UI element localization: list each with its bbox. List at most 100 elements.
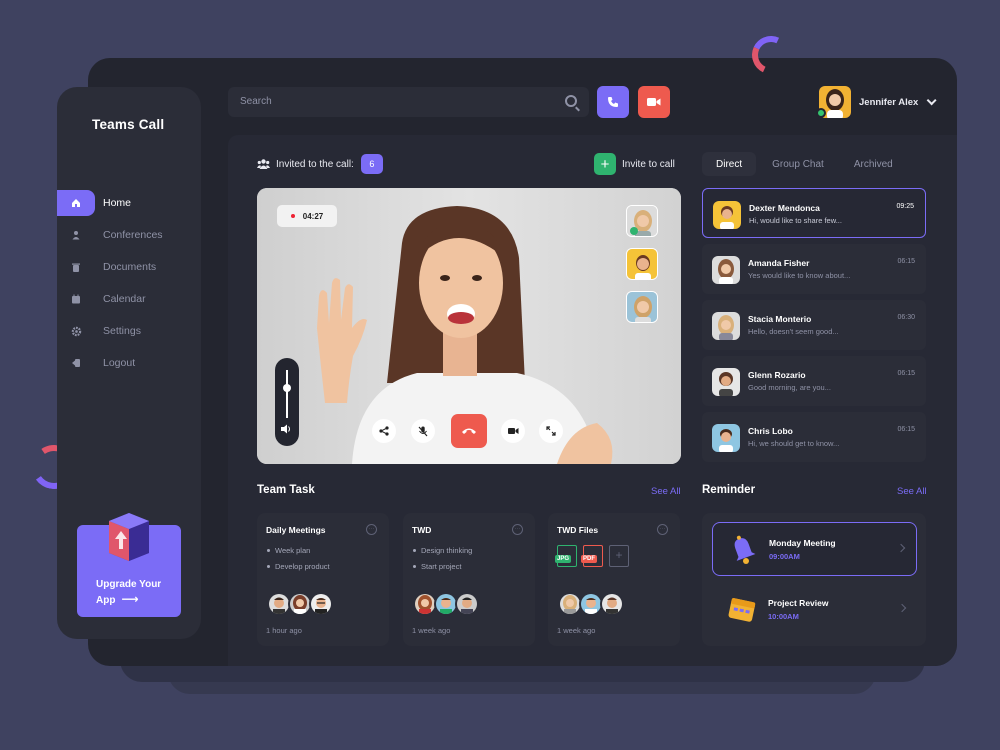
more-options-icon[interactable]: ··· — [657, 524, 668, 535]
reminder-time: 10:00AM — [768, 612, 799, 621]
trash-icon — [57, 254, 95, 280]
tab-direct[interactable]: Direct — [702, 152, 757, 176]
task-members — [267, 592, 333, 616]
avatar — [600, 592, 624, 616]
people-icon — [257, 159, 270, 169]
end-call-button[interactable] — [451, 414, 487, 448]
mute-button[interactable] — [411, 419, 435, 443]
reminder-see-all-link[interactable]: See All — [897, 486, 927, 497]
chevron-right-icon — [896, 543, 906, 553]
chat-name: Amanda Fisher — [748, 258, 810, 268]
sidebar-item-calendar[interactable]: Calendar — [57, 283, 201, 315]
pdf-file-icon[interactable]: PDF — [581, 545, 603, 567]
expand-icon — [546, 426, 556, 436]
task-item: Design thinking — [412, 546, 473, 555]
start-video-button[interactable] — [638, 86, 670, 118]
start-call-button[interactable] — [597, 86, 629, 118]
user-icon — [57, 222, 95, 248]
reminder-time: 09:00AM — [769, 552, 800, 561]
tab-group-chat[interactable]: Group Chat — [758, 152, 838, 176]
search-input[interactable]: Search — [228, 87, 589, 117]
call-timer-value: 04:27 — [302, 211, 324, 221]
task-card[interactable]: Daily Meetings ··· Week plan Develop pro… — [257, 513, 389, 646]
task-time-ago: 1 week ago — [412, 626, 451, 635]
search-placeholder: Search — [240, 96, 272, 107]
mic-off-icon — [418, 426, 428, 436]
chat-name: Stacia Monterio — [748, 314, 812, 324]
avatar — [712, 256, 740, 284]
chat-item[interactable]: Chris Lobo Hi, we should get to know... … — [702, 412, 926, 462]
avatar — [455, 592, 479, 616]
reminder-item[interactable]: Project Review 10:00AM — [712, 583, 917, 637]
upgrade-text: Upgrade Your App ⟶ — [96, 577, 161, 608]
reminder-name: Project Review — [768, 598, 829, 608]
share-button[interactable] — [372, 419, 396, 443]
sidebar-item-logout[interactable]: Logout — [57, 347, 201, 379]
task-title: TWD — [412, 525, 432, 535]
sidebar-item-settings[interactable]: Settings — [57, 315, 201, 347]
participant-thumbnail[interactable] — [626, 291, 658, 323]
chevron-right-icon — [897, 603, 907, 613]
upgrade-line-1: Upgrade Your — [96, 579, 162, 590]
participant-thumbnail[interactable] — [626, 205, 658, 237]
participant-thumbnail[interactable] — [626, 248, 658, 280]
invited-count-badge: 6 — [360, 154, 383, 174]
chat-time: 06:15 — [897, 258, 915, 265]
task-title: Daily Meetings — [266, 525, 326, 535]
avatar — [712, 368, 740, 396]
invite-to-call-button[interactable]: + Invite to call — [594, 153, 675, 175]
invited-label: Invited to the call: — [276, 158, 354, 170]
more-options-icon[interactable]: ··· — [366, 524, 377, 535]
task-members — [413, 592, 479, 616]
chat-preview: Hi, we should get to know... — [748, 439, 840, 448]
camera-toggle-button[interactable] — [501, 419, 525, 443]
file-list: JPG PDF + — [555, 545, 635, 567]
home-icon — [57, 190, 95, 216]
chat-name: Dexter Mendonca — [749, 203, 820, 213]
chat-item[interactable]: Amanda Fisher Yes would like to know abo… — [702, 244, 926, 294]
upgrade-line-2-text: App — [96, 595, 116, 606]
video-camera-icon — [647, 98, 661, 106]
reminder-item[interactable]: Monday Meeting 09:00AM — [712, 522, 917, 576]
user-menu[interactable]: Jennifer Alex — [816, 86, 937, 118]
task-items: Week plan Develop product — [267, 546, 330, 578]
sidebar-item-conferences[interactable]: Conferences — [57, 219, 201, 251]
sidebar-item-home[interactable]: Home — [57, 187, 201, 219]
task-title: TWD Files — [557, 525, 599, 535]
volume-handle[interactable] — [283, 384, 291, 392]
chat-tabs: Direct Group Chat Archived — [702, 152, 909, 176]
sidebar-item-label: Conferences — [103, 229, 163, 241]
jpg-file-icon[interactable]: JPG — [555, 545, 577, 567]
sidebar-item-documents[interactable]: Documents — [57, 251, 201, 283]
calendar-icon — [728, 598, 756, 622]
invited-info: Invited to the call: 6 — [257, 154, 383, 174]
recording-dot — [290, 214, 295, 218]
tab-archived[interactable]: Archived — [840, 152, 907, 176]
chat-item[interactable]: Dexter Mendonca Hi, would like to share … — [702, 188, 926, 238]
team-task-see-all-link[interactable]: See All — [651, 486, 681, 497]
file-type: PDF — [581, 555, 597, 563]
task-members — [558, 592, 624, 616]
search-icon[interactable] — [565, 95, 577, 107]
reminder-name: Monday Meeting — [769, 538, 836, 548]
sidebar-item-label: Calendar — [103, 293, 146, 305]
sidebar-item-label: Settings — [103, 325, 141, 337]
fullscreen-button[interactable] — [539, 419, 563, 443]
upgrade-card[interactable]: Upgrade Your App ⟶ — [77, 513, 181, 617]
chat-time: 06:15 — [897, 370, 915, 377]
add-file-icon[interactable]: + — [609, 545, 629, 567]
task-card[interactable]: TWD Files ··· JPG PDF + 1 week ago — [548, 513, 680, 646]
chat-item[interactable]: Glenn Rozario Good morning, are you... 0… — [702, 356, 926, 406]
chat-item[interactable]: Stacia Monterio Hello, doesn't seem good… — [702, 300, 926, 350]
invite-label: Invite to call — [622, 158, 675, 170]
call-timer: 04:27 — [277, 205, 337, 227]
volume-slider[interactable] — [275, 358, 299, 446]
sidebar: Teams Call Home Conferences Documents Ca… — [57, 87, 201, 639]
video-stage: 04:27 — [257, 188, 681, 464]
gear-icon — [57, 318, 95, 344]
chat-list: Dexter Mendonca Hi, would like to share … — [702, 188, 926, 468]
more-options-icon[interactable]: ··· — [512, 524, 523, 535]
logout-icon — [57, 350, 95, 376]
sidebar-item-label: Documents — [103, 261, 157, 273]
task-card[interactable]: TWD ··· Design thinking Start project 1 … — [403, 513, 535, 646]
